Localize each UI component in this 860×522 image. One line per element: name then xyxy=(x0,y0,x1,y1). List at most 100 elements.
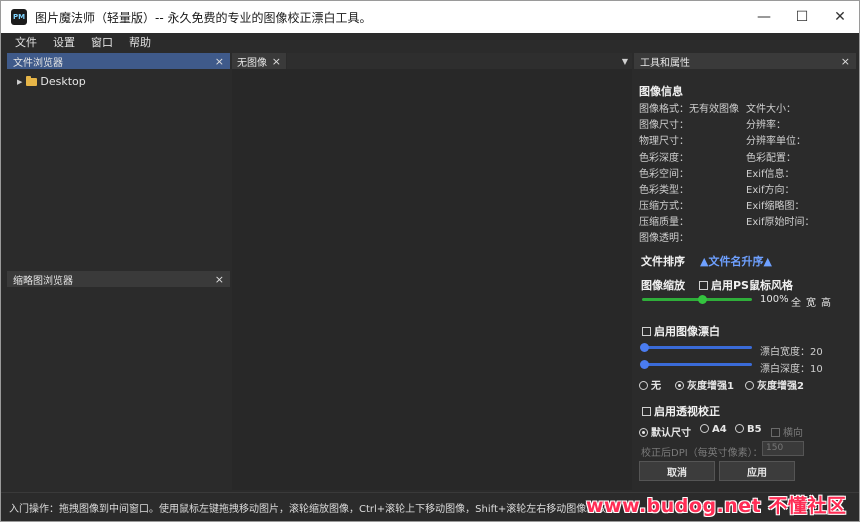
menu-help[interactable]: 帮助 xyxy=(121,33,159,53)
whiten-width-slider-thumb[interactable] xyxy=(639,343,649,352)
radio-dot[interactable] xyxy=(639,381,648,390)
props-title: 工具和属性 xyxy=(640,57,690,69)
tab-no-image[interactable]: 无图像 × xyxy=(232,53,286,69)
info-exif-original-time: Exif原始时间： xyxy=(746,217,815,228)
cancel-button[interactable]: 取消 xyxy=(639,461,715,481)
expand-arrow-icon[interactable]: ▶ xyxy=(17,78,22,86)
perspective-checkbox[interactable]: 启用透视校正 xyxy=(642,403,720,419)
sort-order-toggle[interactable]: ▲文件名升序▲ xyxy=(700,253,772,269)
info-color-space: 色彩空间： xyxy=(639,169,689,180)
props-header: 工具和属性 × xyxy=(634,53,856,69)
zoom-slider[interactable] xyxy=(642,295,752,304)
info-compression: 压缩方式： xyxy=(639,201,689,212)
perspective-label: 启用透视校正 xyxy=(654,405,720,418)
info-exif-orientation: Exif方向： xyxy=(746,185,795,196)
ps-style-checkbox[interactable]: 启用PS鼠标风格 xyxy=(699,277,793,293)
maximize-button[interactable]: ☐ xyxy=(783,1,821,33)
file-browser-title: 文件浏览器 xyxy=(13,57,63,69)
size-option-default-label: 默认尺寸 xyxy=(651,428,691,439)
status-text: 入门操作：拖拽图像到中间窗口。使用鼠标左键拖拽移动图片，滚轮缩放图像，Ctrl+… xyxy=(9,503,617,515)
site-watermark: www.budog.net 不懂社区 xyxy=(586,490,846,518)
whiten-checkbox[interactable]: 启用图像漂白 xyxy=(642,323,720,339)
image-info-title: 图像信息 xyxy=(639,85,683,98)
info-format: 图像格式：无有效图像 xyxy=(639,104,739,115)
info-file-size: 文件大小： xyxy=(746,104,796,115)
checkbox-box[interactable] xyxy=(642,407,651,416)
ps-style-label: 启用PS鼠标风格 xyxy=(711,279,793,292)
info-exif: Exif信息： xyxy=(746,169,795,180)
size-option-a4[interactable]: A4 xyxy=(700,424,727,435)
menu-window[interactable]: 窗口 xyxy=(83,33,121,53)
checkbox-box[interactable] xyxy=(642,327,651,336)
zoom-slider-thumb[interactable] xyxy=(698,295,707,304)
thumb-browser-close-icon[interactable]: × xyxy=(215,273,224,286)
tab-close-icon[interactable]: × xyxy=(272,55,281,68)
file-browser-close-icon[interactable]: × xyxy=(215,55,224,68)
file-browser-header: 文件浏览器 × xyxy=(7,53,230,69)
info-color-depth: 色彩深度： xyxy=(639,153,689,164)
whiten-width-label: 漂白宽度：20 xyxy=(760,347,823,358)
close-button[interactable]: ✕ xyxy=(821,1,859,33)
app-window: PM 图片魔法师（轻量版）-- 永久免费的专业的图像校正漂白工具。 — ☐ ✕ … xyxy=(0,0,860,522)
zoom-label: 图像缩放 xyxy=(641,279,685,292)
size-option-a4-label: A4 xyxy=(712,424,727,435)
info-size: 图像尺寸： xyxy=(639,120,689,131)
info-color-type: 色彩类型： xyxy=(639,185,689,196)
watermark-text: www.budog.net 不懂社区 xyxy=(586,494,847,517)
gray-option-enhance2-label: 灰度增强2 xyxy=(757,381,804,392)
gray-option-enhance2[interactable]: 灰度增强2 xyxy=(745,377,804,392)
radio-dot[interactable] xyxy=(675,381,684,390)
thumb-browser-panel xyxy=(7,287,230,490)
dpi-label: 校正后DPI（每英寸像素）： xyxy=(641,448,763,459)
apply-button[interactable]: 应用 xyxy=(719,461,795,481)
whiten-depth-slider-thumb[interactable] xyxy=(639,360,649,369)
gray-option-none-label: 无 xyxy=(651,381,661,392)
menu-bar: 文件 设置 窗口 帮助 xyxy=(1,33,859,53)
radio-dot[interactable] xyxy=(700,424,709,433)
app-logo-icon: PM xyxy=(11,9,27,25)
info-exif-thumbnail: Exif缩略图： xyxy=(746,201,805,212)
tab-bar xyxy=(287,53,632,69)
image-canvas[interactable] xyxy=(232,69,632,490)
gray-option-none[interactable]: 无 xyxy=(639,377,661,392)
minimize-button[interactable]: — xyxy=(745,1,783,33)
tab-label: 无图像 xyxy=(237,57,267,69)
sort-label: 文件排序 xyxy=(641,255,685,268)
landscape-label: 横向 xyxy=(783,428,803,439)
landscape-checkbox[interactable]: 横向 xyxy=(771,424,803,439)
thumb-browser-header: 缩略图浏览器 × xyxy=(7,271,230,287)
props-close-icon[interactable]: × xyxy=(841,55,850,68)
zoom-fit-height-button[interactable]: 高 xyxy=(821,294,831,309)
dpi-input[interactable]: 150 xyxy=(762,441,804,456)
zoom-fit-all-button[interactable]: 全 xyxy=(791,294,801,309)
radio-dot[interactable] xyxy=(735,424,744,433)
size-option-default[interactable]: 默认尺寸 xyxy=(639,424,691,439)
radio-dot[interactable] xyxy=(745,381,754,390)
title-bar: PM 图片魔法师（轻量版）-- 永久免费的专业的图像校正漂白工具。 — ☐ ✕ xyxy=(1,1,859,33)
zoom-fit-width-button[interactable]: 宽 xyxy=(806,294,816,309)
zoom-value: 100% xyxy=(760,294,789,305)
props-panel: 图像信息 图像格式：无有效图像 图像尺寸： 物理尺寸： 色彩深度： 色彩空间： … xyxy=(634,69,856,490)
info-physical-size: 物理尺寸： xyxy=(639,136,689,147)
size-option-b5-label: B5 xyxy=(747,424,762,435)
folder-icon xyxy=(26,75,38,86)
menu-settings[interactable]: 设置 xyxy=(45,33,83,53)
menu-file[interactable]: 文件 xyxy=(1,33,45,53)
radio-dot[interactable] xyxy=(639,428,648,437)
tab-list-dropdown-icon[interactable]: ▼ xyxy=(618,53,632,69)
whiten-depth-slider[interactable] xyxy=(639,360,752,369)
gray-option-enhance1[interactable]: 灰度增强1 xyxy=(675,377,734,392)
tree-item-label: Desktop xyxy=(40,75,86,88)
whiten-label: 启用图像漂白 xyxy=(654,325,720,338)
window-title: 图片魔法师（轻量版）-- 永久免费的专业的图像校正漂白工具。 xyxy=(35,10,372,25)
tree-item-desktop[interactable]: ▶ Desktop xyxy=(17,75,86,88)
size-option-b5[interactable]: B5 xyxy=(735,424,762,435)
whiten-width-slider[interactable] xyxy=(639,343,752,352)
checkbox-box[interactable] xyxy=(771,428,780,437)
checkbox-box[interactable] xyxy=(699,281,708,290)
file-browser-panel: ▶ Desktop xyxy=(7,69,230,271)
info-transparency: 图像透明： xyxy=(639,233,689,244)
gray-option-enhance1-label: 灰度增强1 xyxy=(687,381,734,392)
whiten-depth-label: 漂白深度：10 xyxy=(760,364,823,375)
info-resolution: 分辨率： xyxy=(746,120,786,131)
